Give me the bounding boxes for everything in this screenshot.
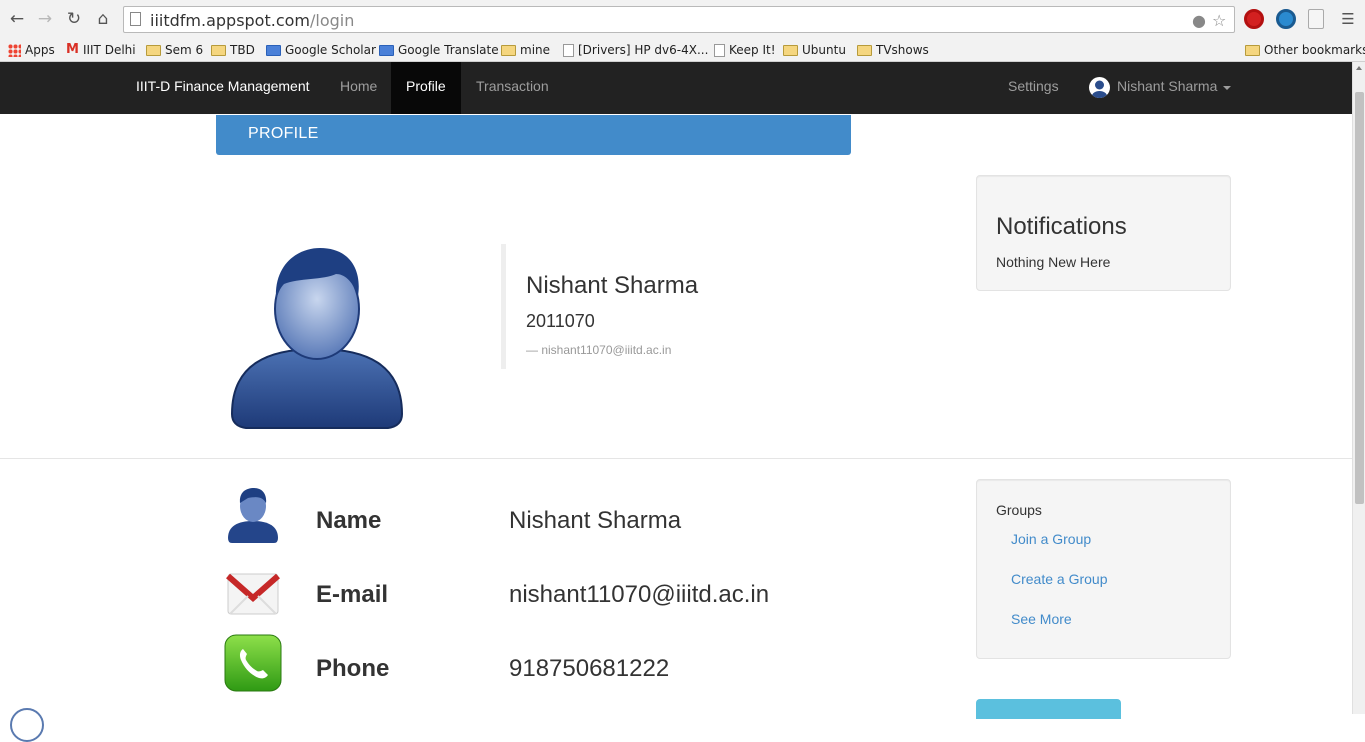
- profile-blockquote: Nishant Sharma 2011070 — nishant11070@ii…: [501, 244, 801, 369]
- bookmark-drivers[interactable]: [Drivers] HP dv6-4X...: [563, 41, 708, 59]
- nav-profile-label: Profile: [406, 78, 446, 94]
- bookmark-ubuntu[interactable]: Ubuntu: [783, 41, 846, 59]
- bookmark-google-translate[interactable]: Google Translate: [379, 41, 499, 59]
- caret-down-icon[interactable]: [1223, 86, 1231, 90]
- folder-icon: [783, 44, 798, 56]
- groups-panel: Groups Join a Group Create a Group See M…: [976, 479, 1231, 659]
- bookmark-label: TBD: [230, 43, 255, 57]
- extension-icon[interactable]: [1276, 9, 1296, 29]
- detail-label-phone: Phone: [316, 655, 390, 682]
- join-group-link[interactable]: Join a Group: [1011, 531, 1091, 547]
- page-icon: [563, 43, 574, 57]
- detail-value-phone: 918750681222: [509, 655, 670, 682]
- scholar-icon: [266, 44, 281, 56]
- profile-header-title: PROFILE: [248, 125, 319, 142]
- bookmark-tvshows[interactable]: TVshows: [857, 41, 929, 59]
- bookmark-label: Google Translate: [398, 43, 499, 57]
- lightbulb-icon[interactable]: ●: [1192, 11, 1206, 30]
- create-group-link[interactable]: Create a Group: [1011, 571, 1108, 587]
- phone-icon: [224, 634, 282, 692]
- apps-icon: [8, 43, 21, 57]
- download-extension-icon[interactable]: [1308, 9, 1324, 29]
- nav-home[interactable]: Home: [340, 78, 377, 94]
- opera-extension-icon[interactable]: [1244, 9, 1264, 29]
- folder-icon: [211, 44, 226, 56]
- profile-avatar-icon: [228, 244, 406, 432]
- nav-transaction[interactable]: Transaction: [476, 78, 549, 94]
- bookmark-mine[interactable]: mine: [501, 41, 550, 59]
- nav-user-name[interactable]: Nishant Sharma: [1117, 78, 1217, 94]
- see-more-link[interactable]: See More: [1011, 611, 1072, 627]
- notifications-text: Nothing New Here: [996, 254, 1111, 270]
- bookmark-label: IIIT Delhi: [82, 43, 136, 57]
- menu-icon[interactable]: ☰: [1338, 9, 1358, 29]
- url-host: iiitdfm.appspot.com: [150, 11, 310, 30]
- bookmark-label: [Drivers] HP dv6-4X...: [578, 43, 709, 57]
- folder-icon: [501, 44, 516, 56]
- page-icon: [130, 12, 141, 26]
- bookmark-label: Sem 6: [165, 43, 204, 57]
- gmail-icon: M: [66, 42, 79, 57]
- notifications-title: Notifications: [996, 213, 1127, 240]
- detail-label-email: E-mail: [316, 581, 389, 608]
- app-navbar: IIIT-D Finance Management Home Profile T…: [0, 62, 1352, 114]
- navbar-brand[interactable]: IIIT-D Finance Management: [136, 78, 310, 94]
- back-arrow-icon[interactable]: ←: [7, 9, 27, 29]
- info-button[interactable]: [976, 699, 1121, 719]
- user-icon: [224, 486, 282, 544]
- bookmark-sem6[interactable]: Sem 6: [146, 41, 203, 59]
- bookmark-label: mine: [520, 43, 551, 57]
- page-icon: [714, 43, 725, 57]
- forward-arrow-icon[interactable]: →: [35, 9, 55, 29]
- bookmark-other[interactable]: Other bookmarks: [1245, 41, 1365, 59]
- bookmark-label: TVshows: [876, 43, 929, 57]
- browser-toolbar: ← → ↻ ⌂ iiitdfm.appspot.com/login ● ☆ ☰: [0, 0, 1365, 38]
- folder-icon: [146, 44, 161, 56]
- home-icon[interactable]: ⌂: [93, 9, 113, 29]
- page-scrollbar[interactable]: [1352, 62, 1365, 714]
- detail-value-name: Nishant Sharma: [509, 507, 682, 534]
- bookmark-apps[interactable]: Apps: [8, 41, 55, 59]
- bookmark-iiit-delhi[interactable]: M IIIT Delhi: [66, 41, 136, 59]
- profile-name: Nishant Sharma: [526, 272, 699, 299]
- bookmarks-bar: Apps M IIIT Delhi Sem 6 TBD Google Schola…: [0, 38, 1365, 62]
- star-icon[interactable]: ☆: [1212, 11, 1226, 30]
- translate-icon: [379, 44, 394, 56]
- bookmark-google-scholar[interactable]: Google Scholar: [266, 41, 376, 59]
- url-text: iiitdfm.appspot.com/login: [150, 11, 354, 30]
- scroll-thumb[interactable]: [1355, 92, 1364, 504]
- address-bar[interactable]: iiitdfm.appspot.com/login ● ☆: [123, 6, 1235, 33]
- gmail-icon: [224, 562, 282, 620]
- chat-icon[interactable]: [10, 708, 44, 742]
- bookmark-keep-it[interactable]: Keep It!: [714, 41, 776, 59]
- profile-roll: 2011070: [526, 311, 595, 331]
- nav-profile[interactable]: Profile: [391, 62, 461, 114]
- profile-header-bar: PROFILE: [216, 115, 851, 155]
- detail-value-email: nishant11070@iiitd.ac.in: [509, 581, 770, 608]
- detail-label-name: Name: [316, 507, 382, 534]
- url-path: /login: [310, 11, 355, 30]
- user-avatar-icon[interactable]: [1089, 77, 1110, 98]
- bookmark-label: Other bookmarks: [1264, 43, 1365, 57]
- scroll-up-icon[interactable]: [1356, 66, 1362, 70]
- nav-settings[interactable]: Settings: [1008, 78, 1059, 94]
- folder-icon: [857, 44, 872, 56]
- bookmark-label: Google Scholar: [285, 43, 376, 57]
- groups-title: Groups: [996, 502, 1042, 518]
- notifications-panel: Notifications Nothing New Here: [976, 175, 1231, 291]
- bookmark-label: Keep It!: [729, 43, 776, 57]
- bookmark-label: Apps: [25, 43, 55, 57]
- folder-icon: [1245, 44, 1260, 56]
- bookmark-label: Ubuntu: [802, 43, 846, 57]
- reload-icon[interactable]: ↻: [64, 9, 84, 29]
- bookmark-tbd[interactable]: TBD: [211, 41, 255, 59]
- profile-email: — nishant11070@iiitd.ac.in: [526, 343, 672, 357]
- section-divider: [0, 458, 1352, 459]
